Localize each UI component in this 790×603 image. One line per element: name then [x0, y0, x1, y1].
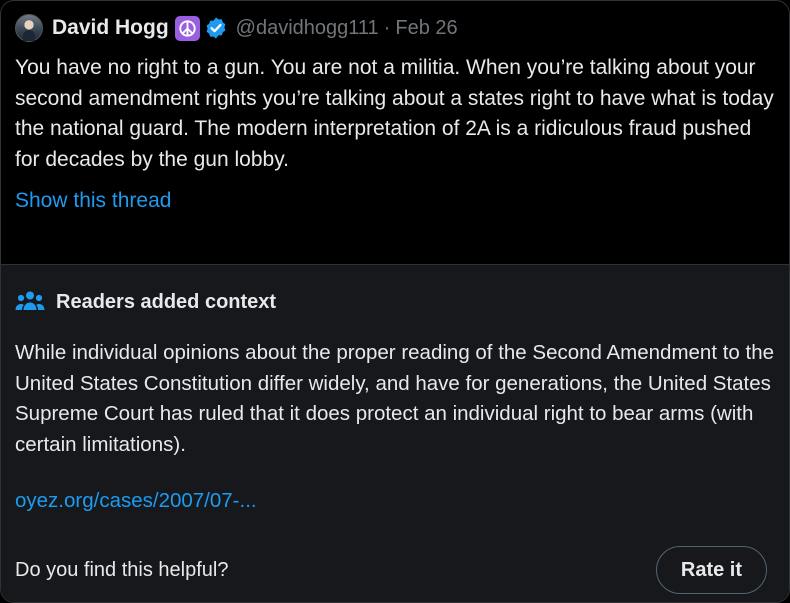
community-note: Readers added context While individual o…: [1, 264, 789, 602]
note-header: Readers added context: [15, 289, 775, 315]
verified-badge-icon[interactable]: [204, 16, 228, 40]
helpful-question: Do you find this helpful?: [15, 558, 229, 581]
note-body: While individual opinions about the prop…: [15, 341, 775, 456]
peace-symbol-icon: [174, 15, 200, 41]
display-name[interactable]: David Hogg: [52, 16, 169, 40]
show-thread-link[interactable]: Show this thread: [15, 189, 171, 213]
note-source-link[interactable]: oyez.org/cases/2007/07-...: [15, 489, 257, 513]
separator-dot: ·: [383, 16, 391, 39]
rate-it-button[interactable]: Rate it: [655, 546, 767, 594]
note-title: Readers added context: [56, 290, 277, 313]
tweet-date[interactable]: Feb 26: [395, 17, 457, 40]
tweet-card: David Hogg @davidhogg111 · Feb 26 You ha…: [0, 0, 790, 603]
user-handle[interactable]: @davidhogg111: [236, 17, 379, 40]
tweet-text: You have no right to a gun. You are not …: [15, 56, 774, 171]
tweet[interactable]: David Hogg @davidhogg111 · Feb 26 You ha…: [1, 1, 789, 263]
note-footer: Do you find this helpful? Rate it: [15, 545, 767, 595]
tweet-header: David Hogg @davidhogg111 · Feb 26: [15, 13, 775, 43]
people-icon: [15, 290, 45, 314]
avatar[interactable]: [15, 14, 43, 42]
